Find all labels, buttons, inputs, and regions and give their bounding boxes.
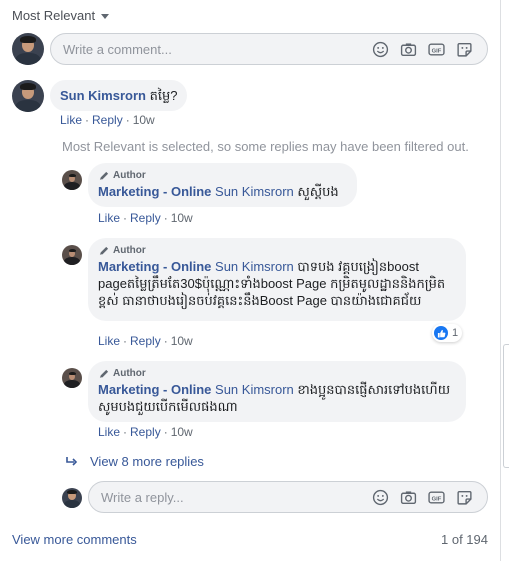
comment-bubble: Sun Kimsrorn តម្លៃ? — [50, 80, 188, 111]
side-panel-edge — [503, 344, 509, 468]
reply-actions: Like · Reply · 10w — [98, 425, 193, 439]
reply-bubble: Author Marketing - Online Sun Kimsrorn ប… — [88, 238, 466, 321]
like-reaction-icon — [434, 326, 448, 340]
page-avatar[interactable] — [62, 245, 82, 265]
pencil-icon — [99, 369, 109, 378]
reply-actions: Like · Reply · 10w — [98, 211, 193, 225]
comment-input-placeholder: Write a comment... — [63, 42, 172, 57]
comment-pager: 1 of 194 — [441, 532, 488, 547]
view-more-replies-label: View 8 more replies — [90, 454, 204, 469]
author-badge: Author — [98, 170, 347, 182]
reply-time[interactable]: 10w — [171, 211, 193, 225]
emoji-icon[interactable] — [372, 41, 389, 58]
current-user-avatar[interactable] — [12, 33, 44, 65]
reply-author-name[interactable]: Marketing - Online — [98, 259, 211, 274]
comment-actions: Like · Reply · 10w — [60, 113, 155, 127]
author-badge: Author — [98, 368, 456, 380]
reply-mention[interactable]: Sun Kimsrorn — [215, 184, 294, 199]
emoji-icon[interactable] — [372, 489, 389, 506]
reply-mention[interactable]: Sun Kimsrorn — [215, 382, 294, 397]
caret-down-icon — [101, 13, 110, 19]
reply-bubble: Author Marketing - Online Sun Kimsrorn ខ… — [88, 361, 466, 422]
camera-icon[interactable] — [400, 41, 417, 58]
reply-link[interactable]: Reply — [130, 334, 161, 348]
pencil-icon — [99, 171, 109, 180]
reply-link[interactable]: Reply — [130, 211, 161, 225]
like-link[interactable]: Like — [60, 113, 82, 127]
sticker-icon[interactable] — [456, 489, 473, 506]
page-avatar[interactable] — [62, 170, 82, 190]
reply-time[interactable]: 10w — [171, 425, 193, 439]
reply-input[interactable]: Write a reply... GIF — [88, 481, 488, 513]
author-badge-label: Author — [113, 368, 146, 379]
like-link[interactable]: Like — [98, 211, 120, 225]
reply-link[interactable]: Reply — [130, 425, 161, 439]
sort-label: Most Relevant — [12, 8, 96, 23]
view-more-replies-link[interactable]: View 8 more replies — [66, 454, 204, 469]
current-user-avatar[interactable] — [62, 488, 82, 508]
commenter-avatar[interactable] — [12, 80, 44, 112]
page-avatar[interactable] — [62, 368, 82, 388]
gif-icon[interactable]: GIF — [428, 489, 445, 506]
commenter-name[interactable]: Sun Kimsrorn — [60, 88, 146, 103]
sticker-icon[interactable] — [456, 41, 473, 58]
author-badge-label: Author — [113, 170, 146, 181]
reply-actions: Like · Reply · 10w — [98, 334, 193, 348]
reply-mention[interactable]: Sun Kimsrorn — [215, 259, 294, 274]
reply-author-name[interactable]: Marketing - Online — [98, 382, 211, 397]
like-link[interactable]: Like — [98, 334, 120, 348]
reaction-count[interactable]: 1 — [432, 324, 463, 342]
reply-link[interactable]: Reply — [92, 113, 123, 127]
filter-notice: Most Relevant is selected, so some repli… — [62, 139, 469, 154]
svg-text:GIF: GIF — [432, 496, 442, 502]
author-badge-label: Author — [113, 245, 146, 256]
pencil-icon — [99, 246, 109, 255]
reply-author-name[interactable]: Marketing - Online — [98, 184, 211, 199]
camera-icon[interactable] — [400, 489, 417, 506]
view-more-comments-link[interactable]: View more comments — [12, 532, 137, 547]
reply-arrow-icon — [66, 456, 78, 466]
reply-input-placeholder: Write a reply... — [101, 490, 184, 505]
reply-bubble: Author Marketing - Online Sun Kimsrorn ស… — [88, 163, 357, 207]
like-link[interactable]: Like — [98, 425, 120, 439]
author-badge: Author — [98, 245, 456, 257]
comment-input[interactable]: Write a comment... GIF — [50, 33, 488, 65]
comment-time[interactable]: 10w — [133, 113, 155, 127]
gif-icon[interactable]: GIF — [428, 41, 445, 58]
comment-text: តម្លៃ? — [149, 88, 178, 103]
svg-text:GIF: GIF — [432, 48, 442, 54]
sort-selector[interactable]: Most Relevant — [12, 8, 110, 23]
reply-time[interactable]: 10w — [171, 334, 193, 348]
reaction-number: 1 — [452, 327, 459, 339]
reply-text: សួស្តីបង — [297, 184, 339, 199]
